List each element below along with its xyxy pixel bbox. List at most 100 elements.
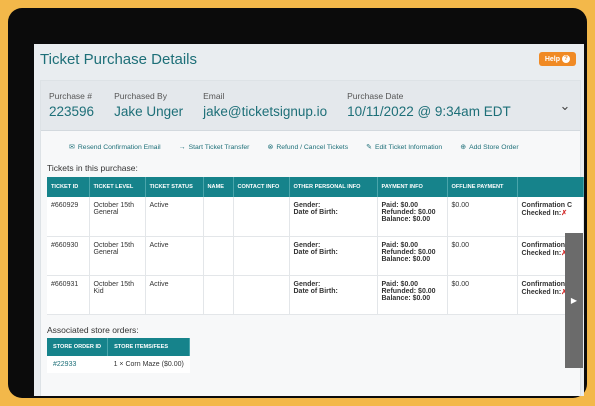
purchase-number-field: Purchase # 223596 bbox=[49, 91, 94, 119]
ticket-level: October 15th Kid bbox=[89, 275, 146, 315]
store-order-link[interactable]: #22933 bbox=[53, 361, 76, 368]
gender-label: Gender: bbox=[293, 241, 321, 249]
x-icon: ✗ bbox=[561, 210, 568, 217]
edit-ticket-info-label: Edit Ticket Information bbox=[374, 143, 443, 151]
header-ticket-status[interactable]: TICKET STATUS bbox=[145, 177, 204, 197]
plus-icon: ⊕ bbox=[460, 144, 467, 151]
purchase-date-label: Purchase Date bbox=[347, 91, 404, 101]
ticket-offline-payment: $0.00 bbox=[447, 197, 518, 237]
ticket-checkin-info: Confirmation C Checked In:✗ bbox=[517, 197, 584, 237]
cancel-icon: ⊗ bbox=[267, 144, 274, 151]
ticket-name bbox=[203, 275, 234, 315]
balance-value: Balance: $0.00 bbox=[381, 216, 431, 223]
ticket-id: #660930 bbox=[47, 236, 90, 276]
header-more bbox=[517, 177, 584, 197]
horizontal-scroll-handle[interactable]: ▶ bbox=[565, 233, 583, 368]
edit-ticket-info-button[interactable]: ✎ Edit Ticket Information bbox=[366, 143, 443, 152]
action-bar: ✉ Resend Confirmation Email → Start Tick… bbox=[41, 131, 580, 163]
purchase-number-label: Purchase # bbox=[49, 91, 92, 101]
purchase-date-field: Purchase Date 10/11/2022 @ 9:34am EDT bbox=[347, 91, 511, 119]
table-row: #660930 October 15th General Active Gend… bbox=[47, 236, 584, 276]
ticket-payment-info: Paid: $0.00 Refunded: $0.00 Balance: $0.… bbox=[377, 197, 448, 237]
header-contact-info[interactable]: CONTACT INFO bbox=[233, 177, 290, 197]
help-button[interactable]: Help ? bbox=[538, 52, 576, 66]
ticket-personal-info: Gender: Date of Birth: bbox=[289, 197, 378, 237]
expand-toggle[interactable]: ⌄ bbox=[550, 81, 580, 131]
purchase-number-value: 223596 bbox=[49, 104, 95, 119]
gender-label: Gender: bbox=[293, 202, 321, 209]
resend-confirmation-button[interactable]: ✉ Resend Confirmation Email bbox=[69, 143, 161, 152]
header-ticket-level[interactable]: TICKET LEVEL bbox=[89, 177, 146, 197]
email-icon: ✉ bbox=[69, 144, 75, 151]
ticket-contact-info bbox=[233, 197, 290, 237]
start-transfer-label: Start Ticket Transfer bbox=[188, 143, 250, 151]
purchased-by-label: Purchased By bbox=[114, 91, 167, 101]
store-items-cell: 1 × Corn Maze ($0.00) bbox=[107, 355, 190, 373]
refunded-value: Refunded: $0.00 bbox=[381, 287, 436, 295]
chevron-right-icon: ▶ bbox=[570, 296, 578, 305]
page-title: Ticket Purchase Details bbox=[40, 50, 198, 68]
table-row: #660931 October 15th Kid Active Gender: … bbox=[47, 275, 584, 315]
chevron-down-icon: ⌄ bbox=[559, 98, 571, 113]
start-transfer-button[interactable]: → Start Ticket Transfer bbox=[179, 144, 250, 151]
ticket-name bbox=[203, 197, 234, 237]
header-name[interactable]: NAME bbox=[203, 177, 234, 197]
header-other-personal-info[interactable]: OTHER PERSONAL INFO bbox=[289, 177, 378, 197]
ticket-level: October 15th General bbox=[89, 197, 146, 237]
ticket-personal-info: Gender: Date of Birth: bbox=[289, 275, 378, 315]
resend-confirmation-label: Resend Confirmation Email bbox=[77, 143, 161, 151]
paid-value: Paid: $0.00 bbox=[381, 280, 419, 288]
purchased-by-field: Purchased By Jake Unger bbox=[114, 91, 183, 119]
arrow-right-icon: → bbox=[178, 143, 186, 151]
header-store-order-id[interactable]: STORE ORDER ID bbox=[47, 337, 109, 356]
title-bar: Ticket Purchase Details Help ? bbox=[34, 44, 584, 74]
device-frame: Ticket Purchase Details Help ? Purchase … bbox=[8, 8, 587, 398]
header-store-items[interactable]: STORE ITEMS/FEES bbox=[107, 337, 191, 356]
ticket-name bbox=[203, 236, 234, 276]
refunded-value: Refunded: $0.00 bbox=[381, 248, 436, 256]
tickets-section-label: Tickets in this purchase: bbox=[47, 163, 138, 173]
add-store-order-button[interactable]: ⊕ Add Store Order bbox=[460, 143, 519, 152]
edit-icon: ✎ bbox=[366, 144, 372, 151]
table-row: #660929 October 15th General Active Gend… bbox=[47, 197, 584, 237]
confirmation-label: Confirmation C bbox=[521, 202, 573, 209]
ticket-contact-info bbox=[233, 275, 290, 315]
store-section-label: Associated store orders: bbox=[47, 324, 139, 335]
balance-value: Balance: $0.00 bbox=[381, 255, 431, 263]
tickets-header-row: TICKET ID TICKET LEVEL TICKET STATUS NAM… bbox=[47, 177, 584, 197]
ticket-status: Active bbox=[145, 236, 204, 276]
ticket-id: #660931 bbox=[47, 275, 90, 315]
purchased-by-value: Jake Unger bbox=[114, 104, 184, 119]
checked-in-label: Checked In: bbox=[521, 288, 562, 296]
ticket-level: October 15th General bbox=[89, 236, 146, 276]
dob-label: Date of Birth: bbox=[293, 248, 338, 256]
gender-label: Gender: bbox=[293, 280, 321, 288]
tickets-table: TICKET ID TICKET LEVEL TICKET STATUS NAM… bbox=[47, 177, 584, 315]
ticket-payment-info: Paid: $0.00 Refunded: $0.00 Balance: $0.… bbox=[377, 275, 448, 315]
ticket-payment-info: Paid: $0.00 Refunded: $0.00 Balance: $0.… bbox=[377, 236, 448, 276]
ticket-personal-info: Gender: Date of Birth: bbox=[289, 236, 378, 276]
ticket-offline-payment: $0.00 bbox=[447, 236, 518, 276]
app-screen: Ticket Purchase Details Help ? Purchase … bbox=[34, 44, 584, 396]
add-store-order-label: Add Store Order bbox=[469, 143, 519, 151]
store-orders-table: STORE ORDER ID STORE ITEMS/FEES #22933 1… bbox=[47, 337, 191, 373]
email-field: Email jake@ticketsignup.io bbox=[203, 91, 327, 119]
refund-cancel-label: Refund / Cancel Tickets bbox=[276, 143, 349, 151]
dob-label: Date of Birth: bbox=[293, 287, 338, 295]
purchase-summary: Purchase # 223596 Purchased By Jake Unge… bbox=[41, 81, 580, 131]
ticket-contact-info bbox=[233, 236, 290, 276]
ticket-status: Active bbox=[145, 275, 204, 315]
store-order-id-cell: #22933 bbox=[47, 355, 108, 373]
ticket-id: #660929 bbox=[47, 197, 90, 237]
header-offline-payment[interactable]: OFFLINE PAYMENT bbox=[447, 177, 518, 197]
table-row: #22933 1 × Corn Maze ($0.00) bbox=[47, 355, 190, 373]
refund-cancel-button[interactable]: ⊗ Refund / Cancel Tickets bbox=[267, 143, 349, 152]
purchase-panel: Purchase # 223596 Purchased By Jake Unge… bbox=[40, 80, 584, 396]
header-ticket-id[interactable]: TICKET ID bbox=[47, 177, 90, 197]
help-label: Help bbox=[544, 55, 560, 63]
question-icon: ? bbox=[562, 55, 570, 63]
checked-in-label: Checked In: bbox=[521, 210, 562, 217]
header-payment-info[interactable]: PAYMENT INFO bbox=[377, 177, 448, 197]
checked-in-label: Checked In: bbox=[521, 249, 562, 257]
email-value: jake@ticketsignup.io bbox=[203, 104, 328, 119]
